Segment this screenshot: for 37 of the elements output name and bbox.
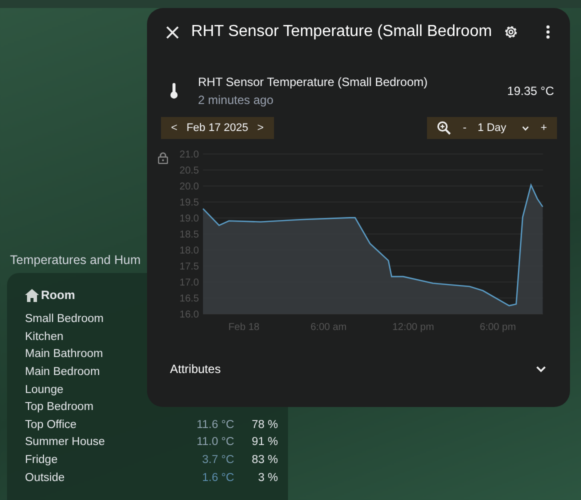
temperature-value: 3.7 °C [201,452,234,468]
entity-name: RHT Sensor Temperature (Small Bedroom) [198,74,429,91]
expand-button[interactable] [536,366,546,372]
room-name: Top Office [25,418,78,433]
temperature-value: 11.6 °C [196,418,234,433]
room-name: Summer House [25,435,106,450]
range-select[interactable]: 1 Day [478,120,522,136]
attributes-label[interactable]: Attributes [170,360,221,378]
temperature-value: 1.6 °C [201,470,234,486]
last-updated: 2 minutes ago [198,92,274,109]
room-name: Lounge [25,382,64,398]
entity-state: 19.35 °C [507,83,554,100]
room-name: Outside [25,470,66,486]
zoom-icon[interactable] [436,121,451,135]
room-name: Small Bedroom [25,312,105,328]
column-header: Room [41,287,75,304]
humidity-value: 3 % [257,470,278,486]
chevron-down-icon[interactable] [522,126,529,130]
lock-icon[interactable] [158,152,168,164]
previous-button[interactable]: < [171,120,178,136]
room-name: Top Bedroom [25,400,94,416]
temperature-value: 11.0 °C [196,435,234,450]
increase-button[interactable]: + [540,120,547,136]
next-button[interactable]: > [257,120,264,136]
more-options-button[interactable] [546,25,550,39]
room-name: Fridge [25,452,59,468]
dialog-title: RHT Sensor Temperature (Small Bedroom [191,22,492,42]
date-label: Feb 17 2025 [186,120,248,136]
humidity-value: 78 % [250,418,278,433]
room-name: Main Bathroom [25,347,104,362]
room-name: Kitchen [25,330,64,345]
decrease-button[interactable]: - [462,120,467,136]
section-title: Temperatures and Hum [10,253,141,267]
humidity-value: 83 % [250,452,278,468]
house-icon [25,288,39,302]
thermometer-icon [170,83,178,99]
humidity-value: 91 % [250,435,278,450]
